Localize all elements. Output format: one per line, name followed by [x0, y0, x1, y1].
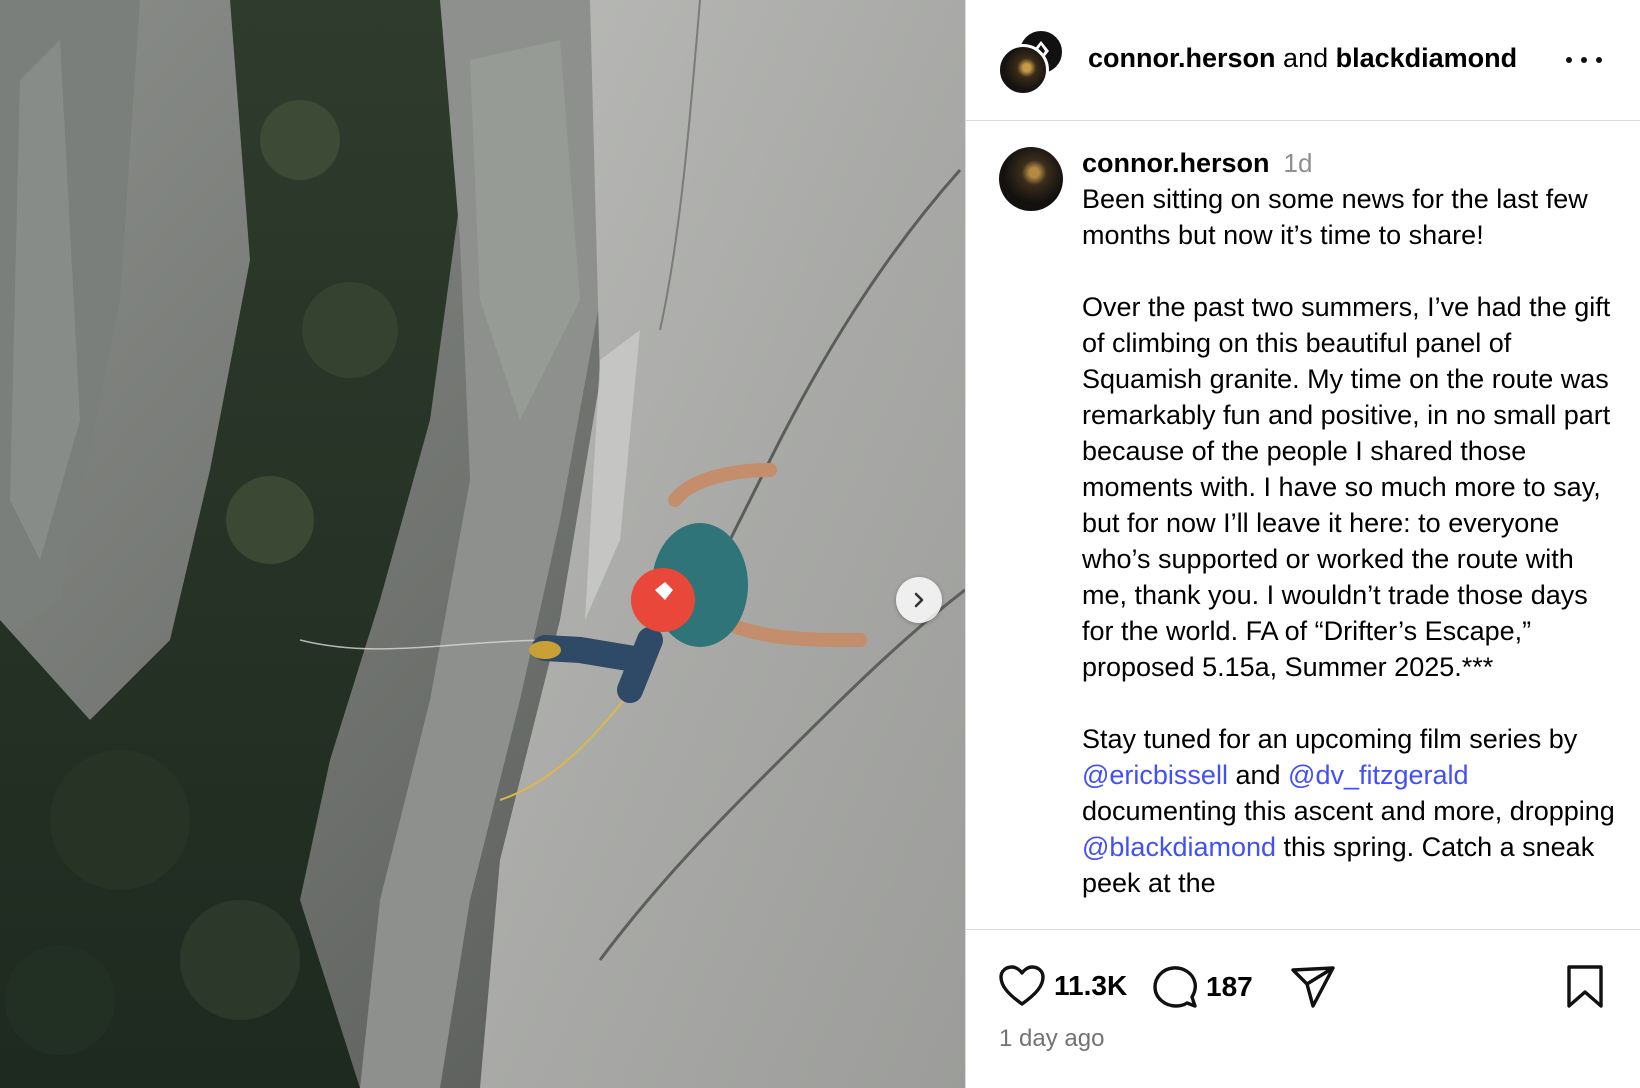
share-button[interactable] — [1290, 964, 1336, 1010]
more-options-button[interactable] — [1566, 44, 1602, 76]
caption-header: connor.herson 1d — [1082, 148, 1312, 179]
caption-p3-and: and — [1235, 760, 1281, 790]
bookmark-icon — [1567, 965, 1603, 1008]
header-title: connor.herson and blackdiamond — [1088, 43, 1517, 74]
dot — [1581, 57, 1587, 63]
post-side-panel: connor.herson and blackdiamond connor.he… — [965, 0, 1640, 1088]
caption-paragraph-3: Stay tuned for an upcoming film series b… — [1082, 721, 1622, 901]
chevron-right-icon — [914, 592, 924, 608]
heart-icon — [999, 965, 1045, 1006]
speech-bubble-icon — [1153, 966, 1198, 1008]
header-joiner: and — [1283, 43, 1329, 73]
caption-text: Been sitting on some news for the last f… — [1082, 181, 1622, 901]
collab-avatars[interactable] — [997, 28, 1069, 96]
mention-ericbissell[interactable]: @ericbissell — [1082, 760, 1228, 790]
caption-username[interactable]: connor.herson — [1082, 148, 1270, 178]
dot — [1566, 57, 1572, 63]
caption-p3-b: documenting this ascent and more, droppi… — [1082, 796, 1615, 826]
dot — [1596, 57, 1602, 63]
climbing-photo — [0, 0, 965, 1088]
next-image-button[interactable] — [896, 577, 942, 623]
save-button[interactable] — [1565, 964, 1605, 1010]
like-count[interactable]: 11.3K — [1054, 970, 1127, 1002]
post-header: connor.herson and blackdiamond — [966, 0, 1640, 121]
caption-paragraph-2: Over the past two summers, I’ve had the … — [1082, 292, 1611, 682]
paper-plane-icon — [1291, 966, 1335, 1008]
avatar-connor-herson[interactable] — [997, 44, 1049, 96]
caption-area[interactable]: connor.herson 1d Been sitting on some new… — [966, 121, 1640, 929]
caption-time[interactable]: 1d — [1284, 148, 1313, 178]
mention-blackdiamond[interactable]: @blackdiamond — [1082, 832, 1276, 862]
post-media[interactable] — [0, 0, 965, 1088]
comment-button[interactable]: 187 — [1152, 964, 1253, 1010]
action-bar: 11.3K 187 1 day ago — [966, 929, 1640, 1088]
header-user2[interactable]: blackdiamond — [1336, 43, 1518, 73]
caption-paragraph-1: Been sitting on some news for the last f… — [1082, 184, 1588, 250]
post-timestamp[interactable]: 1 day ago — [999, 1025, 1104, 1053]
caption-avatar[interactable] — [999, 147, 1063, 211]
mention-dv-fitzgerald[interactable]: @dv_fitzgerald — [1288, 760, 1469, 790]
comment-count[interactable]: 187 — [1206, 971, 1253, 1003]
like-button[interactable]: 11.3K — [998, 964, 1127, 1008]
header-user1[interactable]: connor.herson — [1088, 43, 1276, 73]
caption-p3-a: Stay tuned for an upcoming film series b… — [1082, 724, 1578, 754]
post-dialog: connor.herson and blackdiamond connor.he… — [0, 0, 1640, 1088]
